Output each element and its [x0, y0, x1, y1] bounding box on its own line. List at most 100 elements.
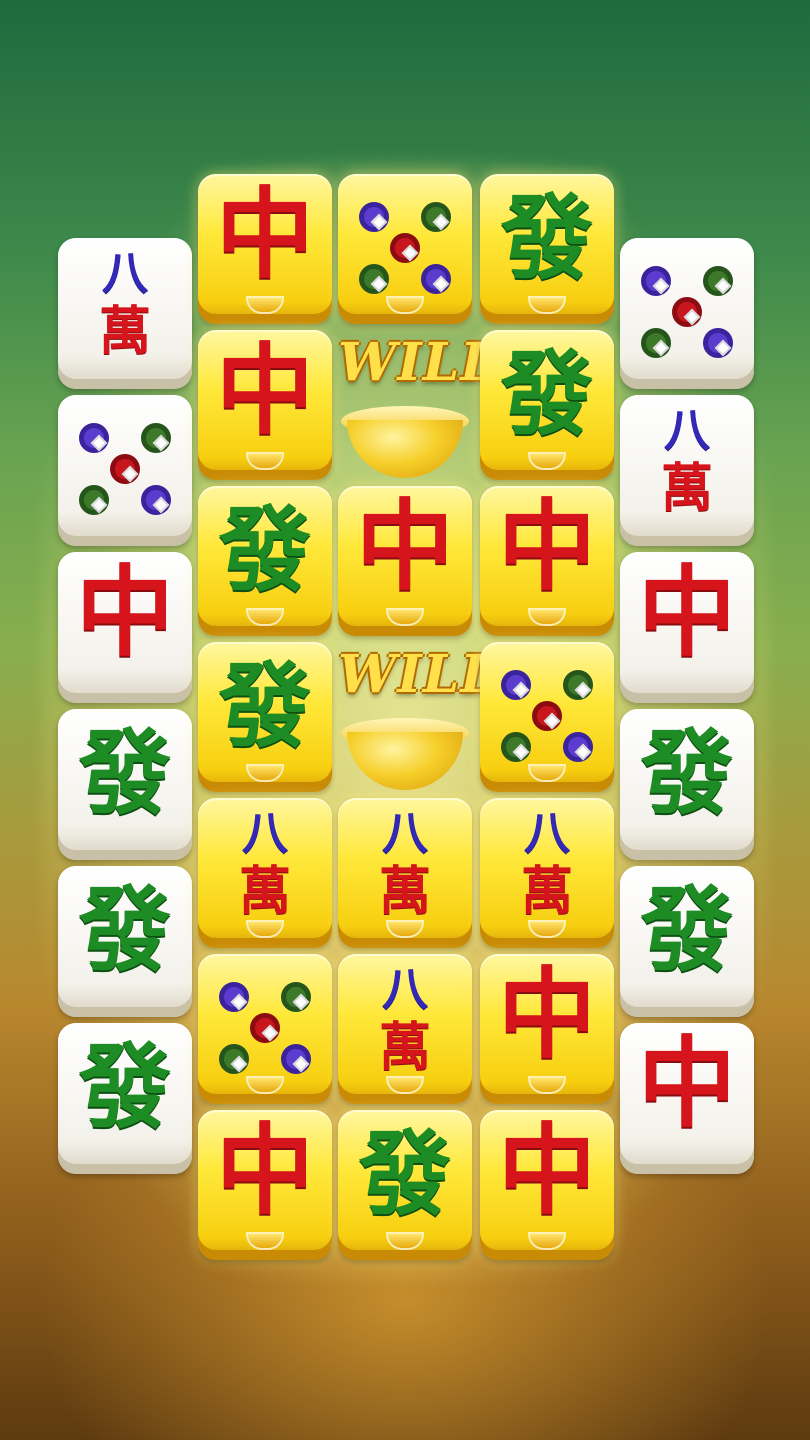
reel-4: 發發中八萬中中	[480, 172, 614, 1264]
coin-icon	[281, 982, 311, 1012]
wild-symbol[interactable]: WILD	[338, 332, 507, 482]
coin-icon	[281, 1044, 311, 1074]
small-ingot-icon	[388, 1078, 422, 1092]
mahjong-tile-fa[interactable]: 發	[58, 1023, 192, 1174]
mahjong-tile-zhong[interactable]: 中	[620, 1023, 754, 1174]
mahjong-tile-fa[interactable]: 發	[338, 1110, 472, 1260]
mahjong-tile-zhong[interactable]: 中	[480, 1110, 614, 1260]
mahjong-tile-ba-wan[interactable]: 八萬	[58, 238, 192, 389]
coin-icon	[390, 233, 420, 263]
reel-5: 八萬中發發中	[620, 236, 754, 1178]
wan-glyph: 萬	[238, 861, 291, 922]
zhong-glyph: 中	[355, 489, 454, 604]
fa-glyph: 發	[358, 1120, 451, 1228]
mahjong-tile-circles[interactable]	[480, 642, 614, 792]
zhong-glyph: 中	[497, 489, 596, 604]
wild-label: WILD	[338, 332, 507, 393]
mahjong-tile-zhong[interactable]: 中	[338, 486, 472, 636]
small-ingot-icon	[530, 1078, 564, 1092]
mahjong-tile-circles[interactable]	[58, 395, 192, 546]
small-ingot-icon	[248, 922, 282, 936]
coin-icon	[79, 485, 109, 515]
mahjong-tile-fa[interactable]: 發	[480, 330, 614, 480]
wild-symbol[interactable]: WILD	[338, 644, 507, 794]
five-circles-icon	[497, 666, 597, 766]
small-ingot-icon	[530, 766, 564, 780]
fa-glyph: 發	[78, 876, 171, 984]
fa-glyph: 發	[218, 652, 311, 760]
wan-glyph: 萬	[660, 458, 713, 519]
coin-icon	[501, 670, 531, 700]
wan-glyph: 萬	[520, 861, 573, 922]
mahjong-tile-circles[interactable]	[620, 238, 754, 389]
gold-ingot-icon	[341, 406, 469, 480]
small-ingot-icon	[388, 298, 422, 312]
wild-label: WILD	[338, 644, 507, 705]
coin-icon	[641, 328, 671, 358]
mahjong-tile-circles[interactable]	[338, 174, 472, 324]
mahjong-tile-fa[interactable]: 發	[620, 866, 754, 1017]
coin-icon	[219, 982, 249, 1012]
mahjong-tile-ba-wan[interactable]: 八萬	[620, 395, 754, 546]
small-ingot-icon	[248, 298, 282, 312]
ba-glyph: 八	[382, 806, 428, 860]
ingot-body	[347, 420, 463, 478]
coin-icon	[703, 328, 733, 358]
mahjong-tile-fa[interactable]: 發	[58, 709, 192, 860]
mahjong-tile-fa[interactable]: 發	[58, 866, 192, 1017]
mahjong-tile-fa[interactable]: 發	[198, 486, 332, 636]
small-ingot-icon	[248, 454, 282, 468]
small-ingot-icon	[530, 610, 564, 624]
coin-icon	[141, 423, 171, 453]
coin-icon	[641, 266, 671, 296]
five-circles-icon	[355, 198, 455, 298]
fa-glyph: 發	[218, 496, 311, 604]
zhong-glyph: 中	[497, 1113, 596, 1228]
mahjong-tile-zhong[interactable]: 中	[480, 954, 614, 1104]
ba-glyph: 八	[382, 962, 428, 1016]
mahjong-tile-fa[interactable]: 發	[620, 709, 754, 860]
mahjong-tile-ba-wan[interactable]: 八萬	[198, 798, 332, 948]
ba-glyph: 八	[242, 806, 288, 860]
wan-glyph: 萬	[378, 1017, 431, 1078]
coin-icon	[672, 297, 702, 327]
coin-icon	[703, 266, 733, 296]
zhong-glyph: 中	[637, 555, 736, 670]
mahjong-tile-zhong[interactable]: 中	[480, 486, 614, 636]
mahjong-tile-zhong[interactable]: 中	[198, 330, 332, 480]
small-ingot-icon	[248, 1078, 282, 1092]
mahjong-tile-circles[interactable]	[198, 954, 332, 1104]
coin-icon	[250, 1013, 280, 1043]
reel-2: 中中發發八萬中	[198, 172, 332, 1264]
coin-icon	[421, 264, 451, 294]
mahjong-tile-zhong[interactable]: 中	[620, 552, 754, 703]
mahjong-tile-fa[interactable]: 發	[198, 642, 332, 792]
mahjong-tile-ba-wan[interactable]: 八萬	[338, 954, 472, 1104]
mahjong-tile-ba-wan[interactable]: 八萬	[338, 798, 472, 948]
ba-glyph: 八	[102, 246, 148, 300]
mahjong-tile-zhong[interactable]: 中	[58, 552, 192, 703]
ingot-body	[347, 732, 463, 790]
coin-icon	[141, 485, 171, 515]
coin-icon	[110, 454, 140, 484]
zhong-glyph: 中	[75, 555, 174, 670]
coin-icon	[219, 1044, 249, 1074]
small-ingot-icon	[530, 298, 564, 312]
five-circles-icon	[637, 262, 737, 362]
small-ingot-icon	[530, 454, 564, 468]
wan-glyph: 萬	[98, 301, 151, 362]
fa-glyph: 發	[640, 719, 733, 827]
mahjong-tile-zhong[interactable]: 中	[198, 1110, 332, 1260]
coin-icon	[421, 202, 451, 232]
mahjong-tile-zhong[interactable]: 中	[198, 174, 332, 324]
small-ingot-icon	[388, 1234, 422, 1248]
small-ingot-icon	[530, 1234, 564, 1248]
ba-glyph: 八	[664, 403, 710, 457]
ba-glyph: 八	[524, 806, 570, 860]
small-ingot-icon	[248, 766, 282, 780]
small-ingot-icon	[388, 922, 422, 936]
small-ingot-icon	[388, 610, 422, 624]
fa-glyph: 發	[78, 1033, 171, 1141]
mahjong-tile-fa[interactable]: 發	[480, 174, 614, 324]
mahjong-tile-ba-wan[interactable]: 八萬	[480, 798, 614, 948]
